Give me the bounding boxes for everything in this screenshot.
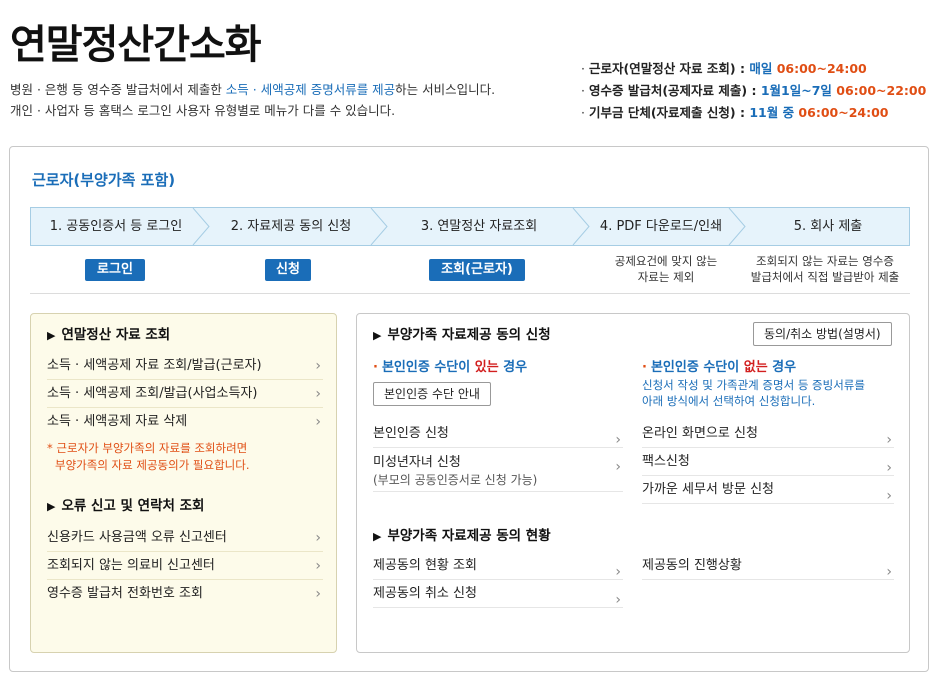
link-status-progress[interactable]: 제공동의 진행상황 › bbox=[642, 552, 894, 580]
link-delete-data[interactable]: 소득 · 세액공제 자료 삭제 › bbox=[47, 408, 323, 436]
chevron-right-icon: › bbox=[615, 459, 621, 475]
link-inquiry-business[interactable]: 소득 · 세액공제 조회/발급(사업소득자) › bbox=[47, 380, 323, 408]
link-card-error[interactable]: 신용카드 사용금액 오류 신고센터 › bbox=[47, 524, 323, 552]
link-status-inquiry[interactable]: 제공동의 현황 조회 › bbox=[373, 552, 623, 580]
error-report-heading: ▶ 오류 신고 및 연락처 조회 bbox=[47, 498, 205, 514]
link-auth-apply[interactable]: 본인인증 신청 › bbox=[373, 420, 623, 448]
consent-status-heading: ▶ 부양가족 자료제공 동의 현황 bbox=[373, 528, 551, 544]
with-auth-heading: · 본인인증 수단이 있는 경우 bbox=[373, 360, 528, 375]
step-4-note: 공제요건에 맞지 않는 자료는 제외 bbox=[614, 254, 718, 284]
chevron-right-icon: › bbox=[615, 592, 621, 608]
chevron-right-icon: › bbox=[315, 386, 321, 402]
step-2: 2. 자료제공 동의 신청 bbox=[230, 219, 352, 234]
chevron-right-icon bbox=[728, 208, 746, 245]
step-actions: 로그인 신청 조회(근로자) 공제요건에 맞지 않는 자료는 제외 조회되지 않는… bbox=[30, 254, 910, 295]
service-hours: · 근로자(연말정산 자료 조회) : 매일 06:00~24:00 · 영수증 발… bbox=[581, 58, 926, 124]
desc-text: 병원 · 은행 등 영수증 발급처에서 제출한 bbox=[10, 82, 226, 97]
step-1: 1. 공동인증서 등 로그인 bbox=[49, 219, 183, 234]
link-online-apply[interactable]: 온라인 화면으로 신청 › bbox=[642, 420, 894, 448]
without-auth-heading: · 본인인증 수단이 없는 경우 bbox=[642, 360, 797, 375]
link-medical-report[interactable]: 조회되지 않는 의료비 신고센터 › bbox=[47, 552, 323, 580]
chevron-right-icon bbox=[370, 208, 388, 245]
page-description: 병원 · 은행 등 영수증 발급처에서 제출한 소득 · 세액공제 증명서류를 … bbox=[10, 79, 495, 121]
inquiry-worker-button[interactable]: 조회(근로자) bbox=[429, 259, 525, 281]
desc-line-2: 개인 · 사업자 등 홈택스 로그인 사용자 유형별로 메뉴가 다를 수 있습니… bbox=[10, 103, 396, 118]
chevron-right-icon: › bbox=[615, 432, 621, 448]
dependent-notice: * 근로자가 부양가족의 자료를 조회하려면 부양가족의 자료 제공동의가 필요… bbox=[47, 441, 250, 472]
step-4: 4. PDF 다운로드/인쇄 bbox=[599, 219, 723, 234]
triangle-right-icon: ▶ bbox=[373, 329, 382, 342]
chevron-right-icon: › bbox=[315, 530, 321, 546]
hours-row-issuer: · 영수증 발급처(공제자료 제출) : 1월1일~7일 06:00~22:00 bbox=[581, 83, 927, 98]
chevron-right-icon: › bbox=[315, 358, 321, 374]
divider bbox=[30, 293, 910, 294]
link-issuer-phone[interactable]: 영수증 발급처 전화번호 조회 › bbox=[47, 580, 323, 608]
process-steps: 1. 공동인증서 등 로그인 2. 자료제공 동의 신청 3. 연말정산 자료조… bbox=[30, 207, 910, 246]
link-visit-apply[interactable]: 가까운 세무서 방문 신청 › bbox=[642, 476, 894, 504]
consent-heading: ▶ 부양가족 자료제공 동의 신청 bbox=[373, 327, 551, 343]
apply-button[interactable]: 신청 bbox=[265, 259, 311, 281]
chevron-right-icon: › bbox=[315, 558, 321, 574]
step-3: 3. 연말정산 자료조회 bbox=[420, 219, 538, 234]
auth-guide-button[interactable]: 본인인증 수단 안내 bbox=[373, 382, 491, 406]
triangle-right-icon: ▶ bbox=[373, 530, 382, 543]
guide-button[interactable]: 동의/취소 방법(설명서) bbox=[753, 322, 892, 346]
step-5: 5. 회사 제출 bbox=[793, 219, 863, 234]
desc-text: 하는 서비스입니다. bbox=[395, 82, 496, 97]
chevron-right-icon bbox=[192, 208, 210, 245]
link-fax-apply[interactable]: 팩스신청 › bbox=[642, 448, 894, 476]
consent-box: ▶ 부양가족 자료제공 동의 신청 동의/취소 방법(설명서) · 본인인증 수단이… bbox=[356, 313, 910, 653]
chevron-right-icon bbox=[572, 208, 590, 245]
link-status-cancel[interactable]: 제공동의 취소 신청 › bbox=[373, 580, 623, 608]
without-auth-desc: 신청서 작성 및 가족관계 증명서 등 증빙서류를 아래 방식에서 선택하여 신청… bbox=[642, 378, 865, 408]
desc-highlight: 소득 · 세액공제 증명서류를 제공 bbox=[225, 82, 396, 97]
link-minor-apply[interactable]: 미성년자녀 신청 (부모의 공동인증서로 신청 가능) › bbox=[373, 452, 623, 492]
inquiry-box-heading: ▶ 연말정산 자료 조회 bbox=[47, 327, 171, 343]
step-5-note: 조회되지 않는 자료는 영수증 발급처에서 직접 발급받아 제출 bbox=[750, 254, 900, 284]
chevron-right-icon: › bbox=[886, 564, 892, 580]
login-button[interactable]: 로그인 bbox=[85, 259, 145, 281]
inquiry-box: ▶ 연말정산 자료 조회 소득 · 세액공제 자료 조회/발급(근로자) › 소득 … bbox=[30, 313, 337, 653]
main-panel: 근로자(부양가족 포함) 1. 공동인증서 등 로그인 2. 자료제공 동의 신… bbox=[9, 146, 929, 672]
hours-row-donation: · 기부금 단체(자료제출 신청) : 11월 중 06:00~24:00 bbox=[581, 105, 889, 120]
chevron-right-icon: › bbox=[886, 488, 892, 504]
chevron-right-icon: › bbox=[315, 586, 321, 602]
hours-row-worker: · 근로자(연말정산 자료 조회) : 매일 06:00~24:00 bbox=[581, 61, 867, 76]
section-title: 근로자(부양가족 포함) bbox=[32, 171, 176, 189]
triangle-right-icon: ▶ bbox=[47, 329, 56, 342]
chevron-right-icon: › bbox=[315, 414, 321, 430]
page-title: 연말정산간소화 bbox=[10, 22, 262, 68]
triangle-right-icon: ▶ bbox=[47, 500, 56, 513]
link-inquiry-worker[interactable]: 소득 · 세액공제 자료 조회/발급(근로자) › bbox=[47, 352, 323, 380]
